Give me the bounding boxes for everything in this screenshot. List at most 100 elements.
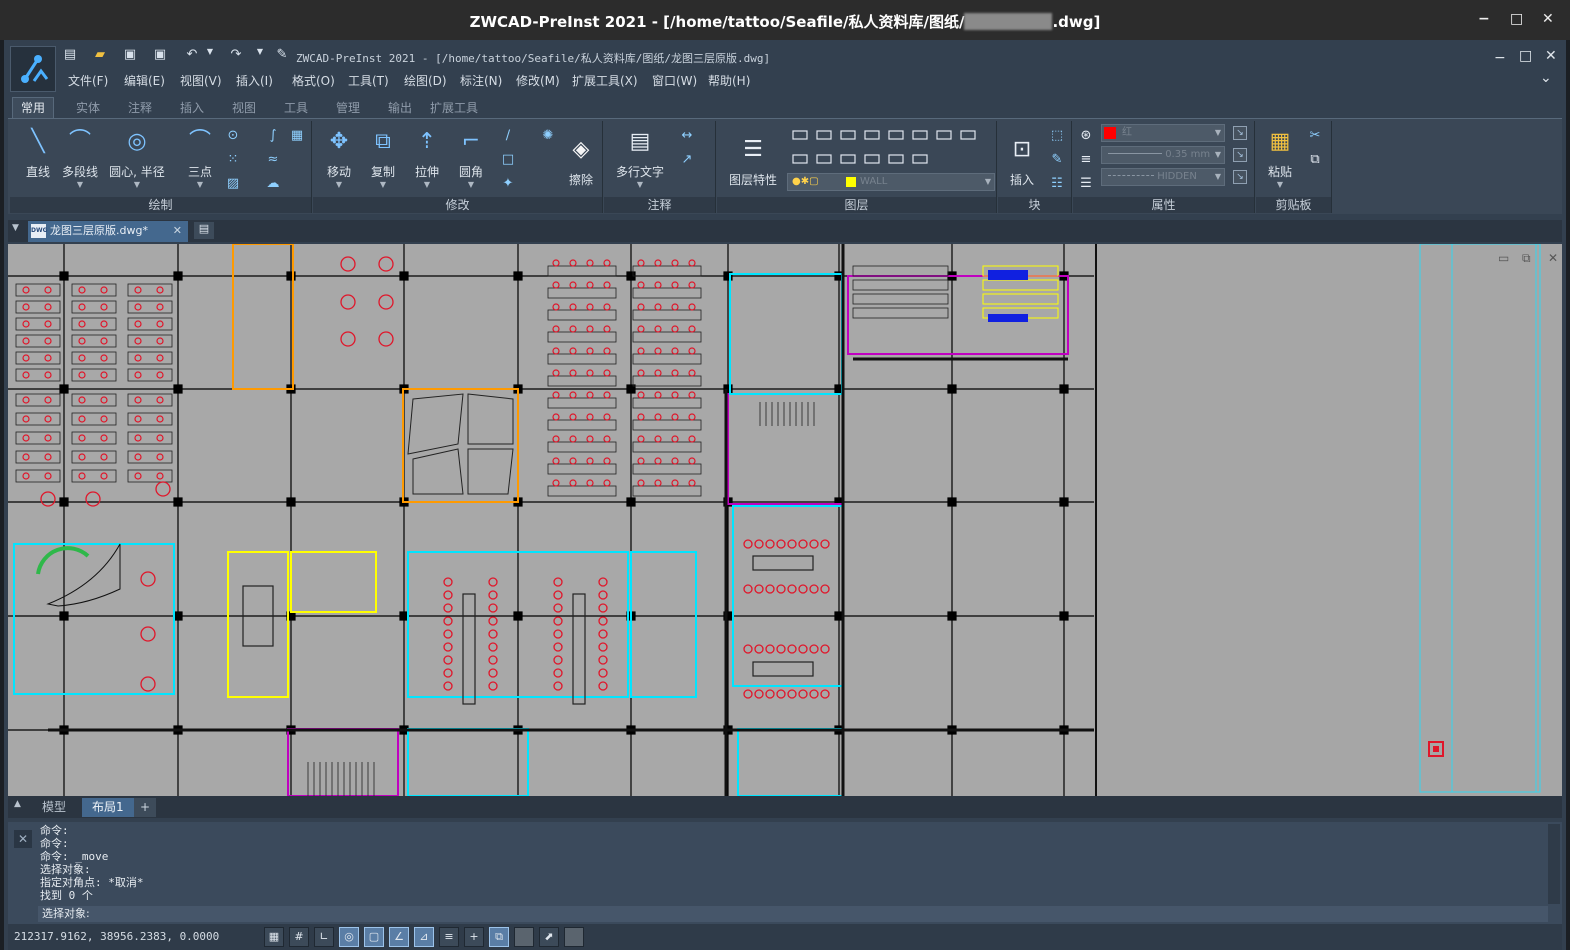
qat-customize-icon[interactable]: ▼ [252,47,268,63]
drawing-canvas[interactable]: ▭ ⧉ ✕ [8,244,1562,796]
stretch-button[interactable]: ⇡拉伸▼ [405,127,449,189]
ribbon-collapse-icon[interactable]: ⌄ [1540,70,1552,86]
copy-clip-icon[interactable]: ⧉ [1306,151,1324,169]
point-icon[interactable]: ⁙ [224,151,242,169]
dynamic-input-toggle-icon[interactable]: + [464,927,484,947]
tab-solid[interactable]: 实体 [76,99,100,116]
menu-file[interactable]: 文件(F) [68,72,108,89]
tab-home[interactable]: 常用 [12,97,54,118]
linetype-icon[interactable]: ☰ [1077,175,1095,193]
trim-icon[interactable]: ∕ [499,127,517,145]
menu-draw[interactable]: 绘图(D) [404,72,447,89]
tab-layout1[interactable]: 布局1 [82,798,134,817]
linear-dimension-icon[interactable]: ↔ [678,127,696,145]
layer-combo[interactable]: ●✱▢ WALL ▼ [787,173,995,191]
polar-toggle-icon[interactable]: ◎ [339,927,359,947]
color-dialog-icon[interactable]: ↘ [1233,126,1247,140]
arc-three-point-button[interactable]: ⌒三点▼ [178,127,222,189]
color-combo[interactable]: 红 ▼ [1101,124,1225,142]
otrack-toggle-icon[interactable]: ∠ [389,927,409,947]
layer-properties-button[interactable]: ☰图层特性 [721,135,785,188]
multiline-icon[interactable]: ≈ [264,151,282,169]
menu-tools[interactable]: 工具(T) [348,72,389,89]
polyline-button[interactable]: ⌒多段线▼ [58,127,102,189]
tab-annotate[interactable]: 注释 [128,99,152,116]
menu-extend-tools[interactable]: 扩展工具(X) [572,72,638,89]
snap-grid-toggle-icon[interactable]: ▦ [264,927,284,947]
ortho-toggle-icon[interactable]: ∟ [314,927,334,947]
undo-icon[interactable]: ↶ [184,47,200,63]
save-icon[interactable]: ▣ [122,47,138,63]
osnap-toggle-icon[interactable]: ▢ [364,927,384,947]
menu-dimension[interactable]: 标注(N) [460,72,502,89]
workspace-toggle-icon[interactable]: ⬈ [539,927,559,947]
create-block-icon[interactable]: ⬚ [1048,127,1066,145]
ellipse-icon[interactable]: ⊙ [224,127,242,145]
new-document-tab-icon[interactable]: ▤ [194,222,214,239]
erase-button[interactable]: ◈擦除 [559,135,603,188]
match-prop-icon[interactable]: ✎ [274,47,290,63]
command-scrollbar[interactable] [1548,824,1560,904]
tab-manage[interactable]: 管理 [336,99,360,116]
command-input[interactable]: 选择对象: [38,906,1548,922]
scale-icon[interactable]: ✦ [499,175,517,193]
doc-list-dropdown-icon[interactable]: ▼ [12,223,19,233]
menu-help[interactable]: 帮助(H) [708,72,750,89]
mtext-button[interactable]: ▤多行文字▼ [608,127,672,189]
save-as-icon[interactable]: ▣ [152,47,168,63]
block-attribute-icon[interactable]: ☷ [1048,175,1066,193]
leader-icon[interactable]: ↗ [678,151,696,169]
app-menu-logo[interactable] [10,46,56,92]
tab-tools[interactable]: 工具 [284,99,308,116]
doc-close-button[interactable]: ✕ [1545,48,1557,64]
os-minimize-button[interactable]: − [1478,11,1490,27]
document-tab[interactable]: DWG 龙图三层原版.dwg* ✕ [28,221,188,242]
tab-insert[interactable]: 插入 [180,99,204,116]
paste-button[interactable]: ▦粘贴▼ [1258,127,1302,189]
menu-window[interactable]: 窗口(W) [652,72,697,89]
tab-model[interactable]: 模型 [32,798,76,817]
os-close-button[interactable]: ✕ [1542,11,1554,27]
insert-block-button[interactable]: ⊡插入 [1000,135,1044,188]
viewport-close-icon[interactable]: ✕ [1548,251,1558,265]
lineweight-dialog-icon[interactable]: ↘ [1233,148,1247,162]
spline-icon[interactable]: ∫ [264,127,282,145]
redo-icon[interactable]: ↷ [228,47,244,63]
menu-edit[interactable]: 编辑(E) [124,72,165,89]
lineweight-icon[interactable]: ≡ [1077,151,1095,169]
linetype-combo[interactable]: HIDDEN ▼ [1101,168,1225,186]
viewport-restore-icon[interactable]: ⧉ [1522,251,1531,265]
open-icon[interactable]: ▰ [92,47,108,63]
tab-extend-tools[interactable]: 扩展工具 [430,99,478,116]
line-button[interactable]: ╲直线 [16,127,60,180]
viewport-minimize-icon[interactable]: ▭ [1498,251,1509,265]
tab-view[interactable]: 视图 [232,99,256,116]
doc-restore-button[interactable]: □ [1519,48,1532,64]
lineweight-combo[interactable]: 0.35 mm ▼ [1101,146,1225,164]
command-window-close-icon[interactable]: ✕ [14,830,32,848]
new-icon[interactable]: ▤ [62,47,78,63]
copy-button[interactable]: ⧉复制▼ [361,127,405,189]
cut-icon[interactable]: ✂ [1306,127,1324,145]
dynamic-ucs-toggle-icon[interactable]: ⊿ [414,927,434,947]
move-button[interactable]: ✥移动▼ [317,127,361,189]
hatch-icon[interactable]: ▨ [224,175,242,193]
annotation-toggle-icon[interactable] [514,927,534,947]
doc-minimize-button[interactable]: − [1494,50,1506,66]
menu-modify[interactable]: 修改(M) [516,72,560,89]
add-layout-icon[interactable]: + [134,798,156,817]
match-properties-icon[interactable]: ⊛ [1077,127,1095,145]
lineweight-toggle-icon[interactable]: ≡ [439,927,459,947]
grid-toggle-icon[interactable]: # [289,927,309,947]
lock-toggle-icon[interactable] [564,927,584,947]
os-maximize-button[interactable]: □ [1510,11,1523,27]
menu-format[interactable]: 格式(O) [292,72,335,89]
menu-view[interactable]: 视图(V) [180,72,222,89]
menu-insert[interactable]: 插入(I) [236,72,273,89]
region-icon[interactable]: ▦ [288,127,306,145]
rectangle-icon[interactable]: □ [499,151,517,169]
selection-cycle-toggle-icon[interactable]: ⧉ [489,927,509,947]
document-tab-close-icon[interactable]: ✕ [173,221,182,241]
edit-block-icon[interactable]: ✎ [1048,151,1066,169]
layout-menu-icon[interactable]: ▲ [14,799,21,809]
